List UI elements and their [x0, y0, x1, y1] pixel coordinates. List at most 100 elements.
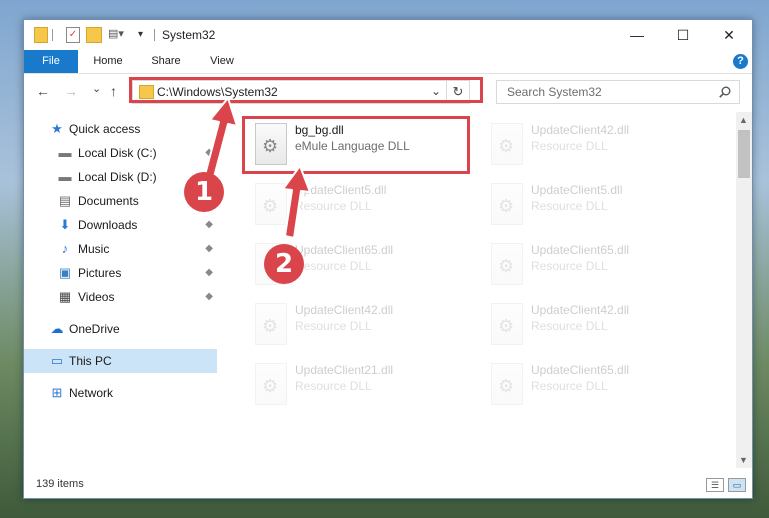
folder-icon[interactable]	[34, 27, 48, 43]
file-item[interactable]: UpdateClient42.dll Resource DLL	[483, 297, 703, 353]
download-icon: ⬇	[59, 217, 71, 232]
drive-icon: ▬	[58, 145, 72, 160]
sidebar-item-quick-access[interactable]: ★ Quick access	[24, 117, 217, 141]
file-item[interactable]: UpdateClient21.dll Resource DLL	[247, 357, 467, 413]
up-button[interactable]: ↑	[110, 83, 117, 99]
file-item[interactable]: UpdateClient5.dll Resource DLL	[247, 177, 467, 233]
recent-locations-button[interactable]: ⌄	[92, 82, 101, 95]
network-icon: ⊞	[51, 385, 63, 400]
step-badge-2: 2	[264, 244, 304, 284]
forward-button[interactable]: →	[64, 83, 78, 99]
tab-home[interactable]: Home	[86, 50, 130, 73]
window-title: System32	[162, 28, 216, 42]
properties-icon[interactable]: ✓	[66, 27, 80, 43]
file-item[interactable]: UpdateClient5.dll Resource DLL	[483, 177, 703, 233]
customize-toolbar-icon[interactable]: ▤▾	[108, 27, 124, 41]
sidebar-item-music[interactable]: ♪ Music ◆	[24, 237, 217, 261]
pin-icon[interactable]: ◆	[205, 237, 213, 261]
maximize-button[interactable]: ☐	[660, 20, 706, 50]
file-highlight-box	[242, 116, 470, 174]
dll-file-icon	[255, 303, 287, 345]
sidebar-item-label: This PC	[69, 354, 112, 368]
file-name: UpdateClient42.dll	[531, 303, 630, 317]
computer-icon: ▭	[50, 353, 64, 368]
minimize-button[interactable]: —	[614, 20, 660, 50]
file-name: UpdateClient42.dll	[531, 123, 630, 137]
qat-divider	[52, 29, 53, 41]
help-icon[interactable]: ?	[733, 54, 748, 69]
file-item[interactable]: UpdateClient65.dll Resource DLL	[483, 357, 703, 413]
file-type: Resource DLL	[531, 319, 608, 333]
sidebar-item-label: Local Disk (D:)	[78, 170, 157, 184]
pin-icon[interactable]: ◆	[205, 213, 213, 237]
sidebar-item-label: Videos	[78, 290, 115, 304]
file-item[interactable]: UpdateClient65.dll Resource DLL	[483, 237, 703, 293]
address-highlight-box	[129, 77, 483, 103]
file-type: Resource DLL	[295, 319, 372, 333]
back-button[interactable]: ←	[36, 83, 50, 99]
file-name: UpdateClient42.dll	[295, 303, 394, 317]
file-name: UpdateClient65.dll	[295, 243, 394, 257]
dll-file-icon	[491, 183, 523, 225]
navigation-pane: ★ Quick access ▬ Local Disk (C:) ◆ ▬ Loc…	[24, 112, 217, 472]
scroll-up-arrow-icon[interactable]: ▲	[739, 115, 748, 125]
dll-file-icon	[255, 183, 287, 225]
details-view-icon[interactable]: ☰	[706, 478, 724, 492]
sidebar-item-network[interactable]: ⊞ Network	[24, 381, 217, 405]
item-count: 139 items	[36, 478, 84, 490]
pin-icon[interactable]: ◆	[205, 141, 213, 165]
file-item[interactable]: UpdateClient42.dll Resource DLL	[247, 297, 467, 353]
scrollbar-thumb[interactable]	[738, 130, 750, 178]
file-type: Resource DLL	[295, 199, 372, 213]
qat-dropdown-icon[interactable]: ▾	[138, 29, 143, 45]
search-input[interactable]: Search System32	[507, 85, 602, 99]
sidebar-item-downloads[interactable]: ⬇ Downloads ◆	[24, 213, 217, 237]
pin-icon[interactable]: ◆	[205, 285, 213, 309]
scroll-down-arrow-icon[interactable]: ▼	[739, 455, 748, 465]
tab-file[interactable]: File	[24, 50, 78, 73]
search-icon[interactable]	[719, 86, 731, 98]
video-icon: ▦	[58, 289, 72, 304]
file-name: UpdateClient5.dll	[531, 183, 623, 197]
dll-file-icon	[491, 123, 523, 165]
large-icons-view-icon[interactable]: ▭	[728, 478, 746, 492]
step-badge-1: 1	[184, 172, 224, 212]
file-name: UpdateClient21.dll	[295, 363, 394, 377]
vertical-scrollbar[interactable]: ▲ ▼	[736, 112, 752, 468]
close-button[interactable]: ✕	[706, 20, 752, 50]
file-name: UpdateClient65.dll	[531, 243, 630, 257]
sidebar-item-label: Music	[78, 242, 110, 256]
title-bar: ✓ ▤▾ ▾ System32 — ☐ ✕	[24, 20, 752, 50]
file-type: Resource DLL	[531, 259, 608, 273]
star-icon: ★	[51, 121, 63, 136]
sidebar-item-label: Quick access	[69, 122, 141, 136]
status-bar: 139 items ☰ ▭	[24, 472, 752, 498]
file-item[interactable]: UpdateClient42.dll Resource DLL	[483, 117, 703, 173]
file-type: Resource DLL	[531, 199, 608, 213]
sidebar-item-label: Downloads	[78, 218, 138, 232]
qat-divider	[154, 29, 155, 41]
drive-icon: ▬	[58, 169, 72, 184]
dll-file-icon	[491, 363, 523, 405]
cloud-icon: ☁	[50, 321, 64, 336]
ribbon-tabs: File Home Share View ?	[24, 50, 752, 74]
sidebar-item-onedrive[interactable]: ☁ OneDrive	[24, 317, 217, 341]
picture-icon: ▣	[58, 265, 72, 280]
pin-icon[interactable]: ◆	[205, 261, 213, 285]
sidebar-item-label: Network	[69, 386, 114, 400]
file-type: Resource DLL	[295, 259, 372, 273]
search-box[interactable]: Search System32	[496, 80, 740, 104]
sidebar-item-pictures[interactable]: ▣ Pictures ◆	[24, 261, 217, 285]
sidebar-item-label: Documents	[78, 194, 139, 208]
sidebar-item-videos[interactable]: ▦ Videos ◆	[24, 285, 217, 309]
sidebar-item-local-disk-c[interactable]: ▬ Local Disk (C:) ◆	[24, 141, 217, 165]
dll-file-icon	[255, 363, 287, 405]
tab-share[interactable]: Share	[144, 50, 188, 73]
tab-view[interactable]: View	[200, 50, 244, 73]
new-folder-icon[interactable]	[86, 27, 102, 43]
sidebar-item-label: Pictures	[78, 266, 122, 280]
music-icon: ♪	[61, 241, 69, 256]
file-type: Resource DLL	[295, 379, 372, 393]
sidebar-item-this-pc[interactable]: ▭ This PC	[24, 349, 217, 373]
file-name: UpdateClient5.dll	[295, 183, 387, 197]
